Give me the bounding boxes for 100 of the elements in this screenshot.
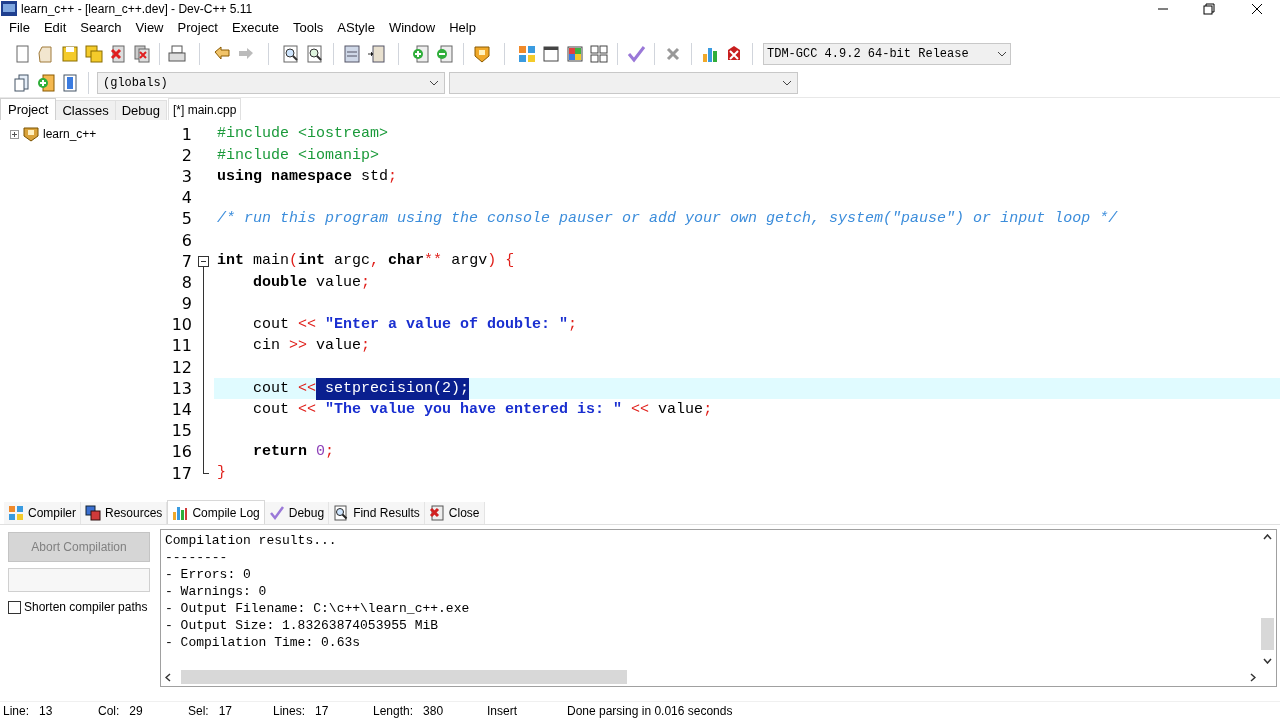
add-file-icon[interactable] <box>411 44 431 64</box>
status-value: 13 <box>39 703 53 720</box>
scrollbar-thumb[interactable] <box>1261 618 1274 650</box>
squares-icon[interactable] <box>589 44 609 64</box>
chevron-icon <box>997 51 1007 57</box>
close-all-icon[interactable] <box>132 44 152 64</box>
expand-toggle[interactable] <box>10 129 19 139</box>
menu-item[interactable]: File <box>2 18 37 38</box>
check-icon[interactable] <box>626 44 646 64</box>
line-number: 10 <box>170 314 192 337</box>
bottom-tab[interactable]: Resources <box>81 502 168 524</box>
scroll-right-icon[interactable] <box>1250 672 1256 682</box>
pages-icon[interactable] <box>12 73 32 93</box>
log-line: Compilation results... <box>165 532 337 549</box>
check-icon <box>268 505 285 521</box>
close-file-icon <box>428 505 445 521</box>
menu-item[interactable]: Help <box>442 18 483 38</box>
line-number: 16 <box>170 441 192 464</box>
code-line: int main(int argc, char** argv) { <box>216 251 516 272</box>
menu-item[interactable]: AStyle <box>330 18 382 38</box>
tiles-icon[interactable] <box>565 44 585 64</box>
checkbox-label: Shorten compiler paths <box>24 599 148 616</box>
status-label: Col: <box>98 703 120 720</box>
menu-item[interactable]: Window <box>381 18 443 38</box>
line-number: 15 <box>170 420 192 443</box>
line-number: 2 <box>180 144 192 167</box>
line-number: 5 <box>180 208 192 231</box>
line-number: 7 <box>180 250 192 273</box>
find-icon <box>333 505 350 521</box>
scroll-up-icon[interactable] <box>1263 534 1272 540</box>
status-value: 17 <box>315 703 329 720</box>
add-page-icon[interactable] <box>36 73 56 93</box>
menu-item[interactable]: Tools <box>285 18 331 38</box>
line-number: 9 <box>180 293 192 316</box>
badge-icon[interactable] <box>472 44 492 64</box>
line-number: 11 <box>170 335 192 358</box>
code-line: #include <iostream> <box>216 124 390 145</box>
line-number: 4 <box>180 187 192 210</box>
bottom-tab[interactable]: Close <box>424 502 485 524</box>
menu-item[interactable]: Execute <box>225 18 286 38</box>
status-value: Done parsing in 0.016 seconds <box>567 703 733 720</box>
compiler-select[interactable]: TDM-GCC 4.9.2 64-bit Release <box>763 43 1011 65</box>
status-label: Sel: <box>188 703 209 720</box>
code-line: double value; <box>252 272 372 293</box>
replace-icon[interactable] <box>305 44 325 64</box>
find-icon[interactable] <box>281 44 301 64</box>
close-file-icon[interactable] <box>108 44 128 64</box>
bottom-tab[interactable]: Find Results <box>329 502 425 524</box>
code-line: #include <iomanip> <box>216 145 381 166</box>
save-all-icon[interactable] <box>84 44 104 64</box>
menu-item[interactable]: Edit <box>36 18 74 38</box>
panel-tab[interactable]: Project <box>0 98 57 120</box>
chevron-icon <box>782 80 792 86</box>
bottom-tab[interactable]: Compiler <box>4 502 81 524</box>
remove-file-icon[interactable] <box>435 44 455 64</box>
code-line: using namespace std; <box>216 166 399 187</box>
restore-icon[interactable] <box>1203 2 1215 15</box>
scroll-down-icon[interactable] <box>1263 658 1272 664</box>
bottom-tab[interactable]: Compile Log <box>167 500 265 524</box>
print-icon[interactable] <box>167 44 187 64</box>
squares-icon <box>85 505 101 521</box>
app-icon <box>1 1 17 16</box>
indent-icon[interactable] <box>342 44 362 64</box>
menu-item[interactable]: Project <box>170 18 225 38</box>
line-number: 12 <box>170 356 192 379</box>
code-line: cout << "The value you have entered is: " << value; <box>252 399 714 420</box>
menu-item[interactable]: View <box>128 18 171 38</box>
checkbox[interactable] <box>8 600 21 614</box>
log-line: - Compilation Time: 0.63s <box>165 634 361 651</box>
tree-item[interactable]: learn_c++ <box>43 125 97 143</box>
log-line: - Output Size: 1.83263874053955 MiB <box>165 617 439 634</box>
status-value: 17 <box>218 703 233 720</box>
close-icon[interactable] <box>1251 2 1263 15</box>
panel-tab[interactable]: Debug <box>115 100 168 120</box>
line-number: 3 <box>180 165 192 188</box>
save-icon[interactable] <box>60 44 80 64</box>
code-line: cout << "Enter a value of double: "; <box>252 315 579 336</box>
bottom-tab[interactable]: Debug <box>264 502 330 524</box>
status-value: Insert <box>487 703 517 720</box>
line-number: 14 <box>170 399 192 422</box>
menu-item[interactable]: Search <box>73 18 129 38</box>
bookmark-icon[interactable] <box>60 73 80 93</box>
status-label: Lines: <box>273 703 306 720</box>
scope-select[interactable]: (globals) <box>97 72 445 94</box>
status-value: 29 <box>129 703 143 720</box>
file-tab[interactable]: [*] main.cpp <box>168 98 242 120</box>
scrollbar-thumb[interactable] <box>181 670 627 684</box>
unindent-icon[interactable] <box>366 44 386 64</box>
status-value: 380 <box>423 703 444 720</box>
scroll-left-icon[interactable] <box>165 672 171 682</box>
window-icon[interactable] <box>541 44 561 64</box>
log-line: -------- <box>165 549 228 566</box>
line-number: 17 <box>170 462 192 485</box>
project-icon <box>22 126 40 142</box>
window-title: learn_c++ - [learn_c++.dev] - Dev-C++ 5.11 <box>21 0 253 18</box>
line-number: 1 <box>180 123 192 146</box>
log-line: - Errors: 0 <box>165 566 251 583</box>
log-line: - Warnings: 0 <box>165 583 267 600</box>
code-line: return 0; <box>252 442 336 463</box>
panel-tab[interactable]: Classes <box>56 100 116 120</box>
